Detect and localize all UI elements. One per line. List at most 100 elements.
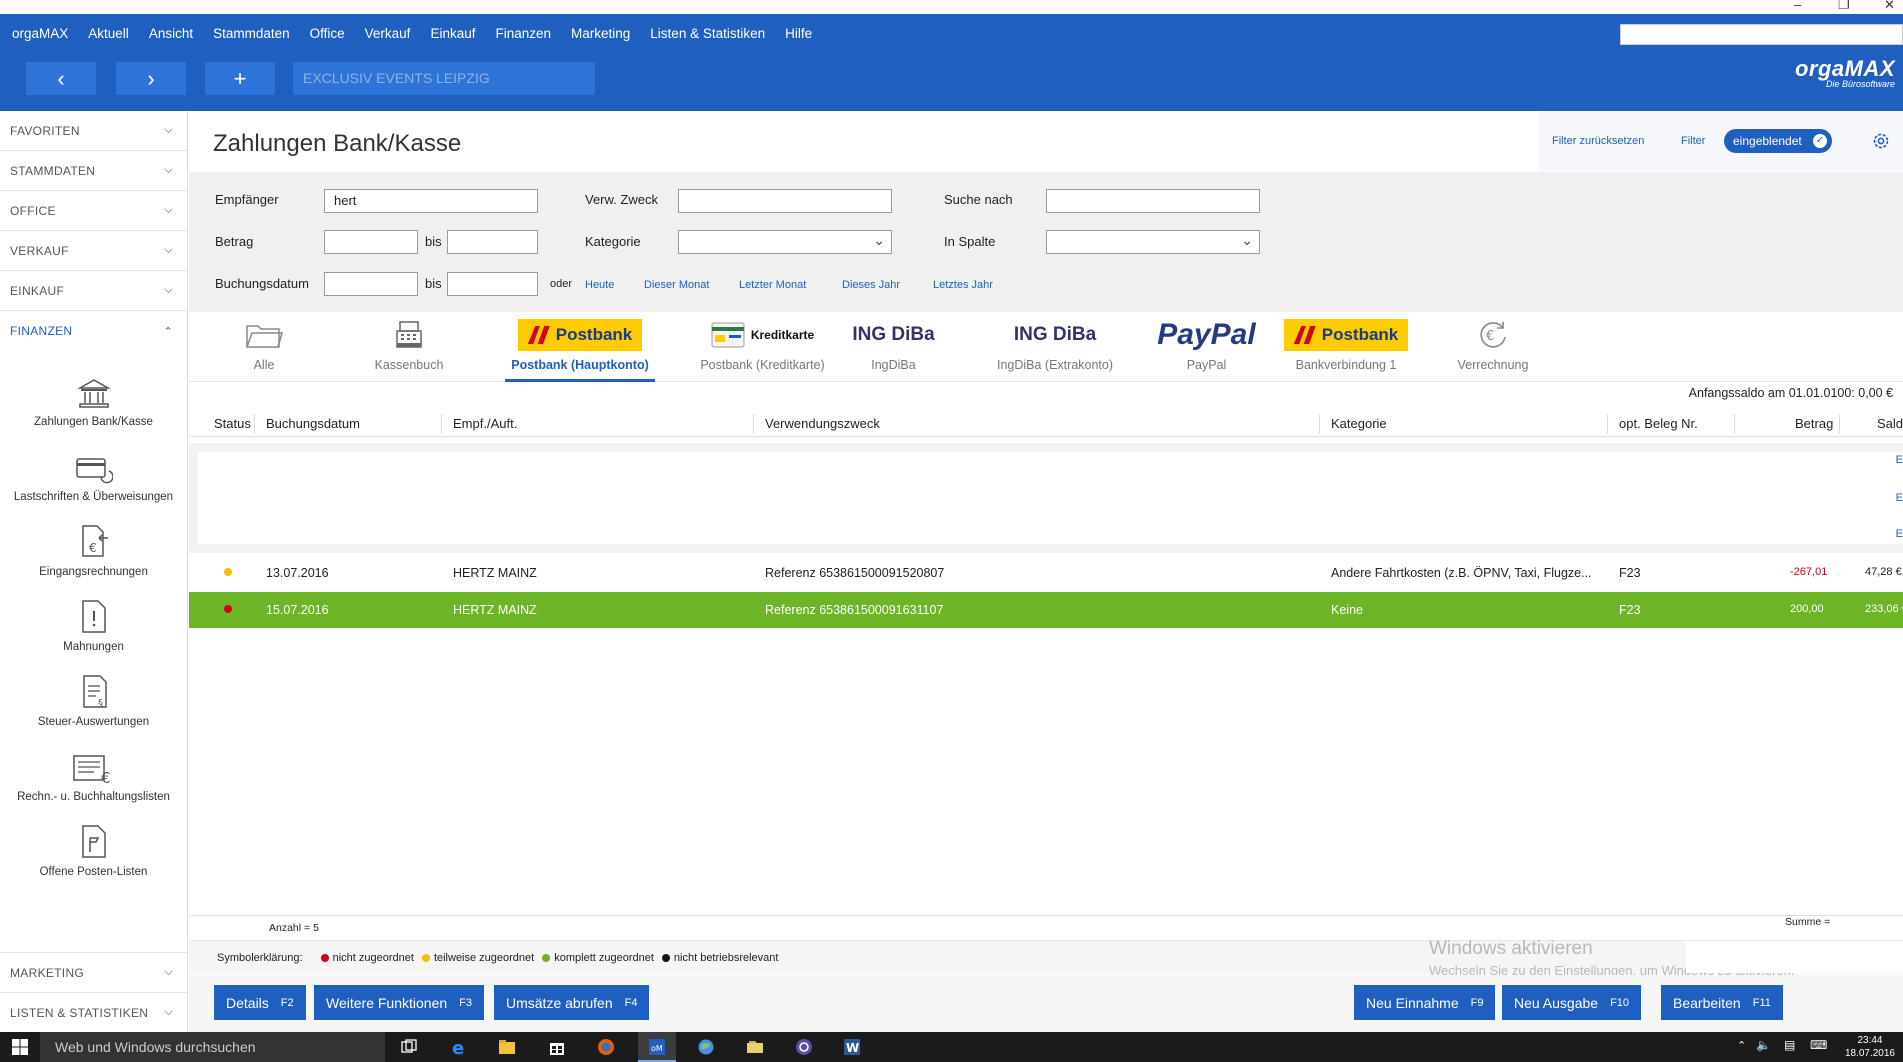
- euro-cycle-icon: €: [1480, 322, 1506, 348]
- close-icon[interactable]: ✕: [1884, 0, 1895, 13]
- tray-chevron-icon[interactable]: ⌃: [1737, 1039, 1746, 1052]
- sidebar-item-offene-posten[interactable]: Offene Posten-Listen: [0, 809, 187, 884]
- account-tab-bankverbindung-1[interactable]: Postbank Bankverbindung 1: [1281, 312, 1411, 382]
- orgamax-taskbar-button[interactable]: oM: [638, 1032, 676, 1062]
- betrag-to-input[interactable]: [447, 230, 538, 254]
- account-tab-ingdiba-extrakonto[interactable]: ING DiBa IngDiBa (Extrakonto): [985, 312, 1125, 382]
- quick-dieses-jahr[interactable]: Dieses Jahr: [842, 279, 900, 291]
- sidebar-item-eingangsrechnungen[interactable]: € Eingangsrechnungen: [0, 509, 187, 584]
- spalte-select[interactable]: [1046, 229, 1260, 254]
- media-app-icon[interactable]: [795, 1038, 813, 1056]
- sidebar-section-office[interactable]: OFFICE ⌵: [0, 191, 187, 231]
- menu-listen-statistiken[interactable]: Listen & Statistiken: [638, 22, 765, 46]
- file-explorer-icon[interactable]: [498, 1038, 516, 1056]
- gear-icon[interactable]: [1871, 131, 1891, 151]
- menu-office[interactable]: Office: [298, 22, 345, 46]
- bearbeiten-button[interactable]: Bearbeiten F11: [1661, 985, 1783, 1020]
- column-header-saldo[interactable]: Saldo: [1877, 416, 1903, 431]
- menu-finanzen[interactable]: Finanzen: [483, 22, 551, 46]
- sidebar-item-lastschriften[interactable]: Lastschriften & Überweisungen: [0, 434, 187, 509]
- quick-heute[interactable]: Heute: [585, 279, 614, 291]
- betrag-from-input[interactable]: [324, 230, 418, 254]
- sidebar-section-verkauf[interactable]: VERKAUF ⌵: [0, 231, 187, 271]
- taskbar-search[interactable]: Web und Windows durchsuchen: [40, 1032, 385, 1062]
- sidebar-item-steuer[interactable]: § Steuer-Auswertungen: [0, 659, 187, 734]
- add-button[interactable]: +: [205, 62, 275, 95]
- quick-letzter-monat[interactable]: Letzter Monat: [739, 279, 806, 291]
- menu-verkauf[interactable]: Verkauf: [353, 22, 411, 46]
- sidebar-section-einkauf[interactable]: EINKAUF ⌵: [0, 271, 187, 311]
- sidebar-section-favoriten[interactable]: FAVORITEN ⌵: [0, 111, 187, 151]
- taskbar-clock[interactable]: 23:44 18.07.2016: [1845, 1034, 1895, 1060]
- suche-input[interactable]: [1046, 189, 1260, 213]
- sidebar-section-listen-statistiken[interactable]: LISTEN & STATISTIKEN ⌵: [0, 992, 187, 1032]
- neu-einnahme-button[interactable]: Neu Einnahme F9: [1354, 985, 1496, 1020]
- menu-hilfe[interactable]: Hilfe: [773, 22, 812, 46]
- button-shortcut: F3: [459, 996, 472, 1009]
- neu-ausgabe-button[interactable]: Neu Ausgabe F10: [1502, 985, 1642, 1020]
- zweck-input[interactable]: [678, 189, 892, 213]
- column-header-betrag[interactable]: Betrag: [1795, 416, 1833, 431]
- account-tab-alle[interactable]: Alle: [189, 312, 339, 382]
- column-header-status[interactable]: Status: [214, 416, 251, 431]
- firefox-icon[interactable]: [597, 1038, 615, 1056]
- weitere-funktionen-button[interactable]: Weitere Funktionen F3: [314, 985, 484, 1020]
- empfaenger-input[interactable]: hert: [324, 189, 538, 213]
- menu-aktuell[interactable]: Aktuell: [76, 22, 129, 46]
- bank-icon: [76, 379, 111, 408]
- account-tab-kassenbuch[interactable]: Kassenbuch: [334, 312, 484, 382]
- table-row-selected[interactable]: 15.07.2016 HERTZ MAINZ Referenz 65386150…: [189, 592, 1903, 628]
- menu-stammdaten[interactable]: Stammdaten: [201, 22, 290, 46]
- sidebar-section-marketing[interactable]: MARKETING ⌵: [0, 952, 187, 992]
- row-marker: E: [1895, 454, 1903, 466]
- edge-icon[interactable]: e: [450, 1038, 468, 1056]
- keyboard-icon[interactable]: ⌨: [1810, 1038, 1827, 1052]
- sidebar-section-label: EINKAUF: [10, 283, 65, 298]
- store-icon[interactable]: [548, 1038, 566, 1056]
- sidebar-item-zahlungen[interactable]: Zahlungen Bank/Kasse: [0, 359, 187, 434]
- volume-icon[interactable]: 🔈: [1756, 1038, 1771, 1052]
- account-tab-postbank-kreditkarte[interactable]: Kreditkarte Postbank (Kreditkarte): [675, 312, 850, 382]
- details-button[interactable]: Details F2: [214, 985, 306, 1020]
- umsaetze-abrufen-button[interactable]: Umsätze abrufen F4: [494, 985, 650, 1020]
- notification-icon[interactable]: ▤: [1784, 1038, 1795, 1052]
- maximize-icon[interactable]: ❐: [1838, 0, 1850, 13]
- task-view-icon[interactable]: [400, 1038, 418, 1056]
- sidebar-item-mahnungen[interactable]: Mahnungen: [0, 584, 187, 659]
- column-header-buchungsdatum[interactable]: Buchungsdatum: [266, 416, 360, 431]
- company-selector[interactable]: EXCLUSIV EVENTS LEIPZIG: [293, 62, 595, 95]
- account-tab-verrechnung[interactable]: € Verrechnung: [1428, 312, 1558, 382]
- date-to-input[interactable]: [447, 272, 538, 296]
- network-globe-icon[interactable]: [697, 1038, 715, 1056]
- minimize-icon[interactable]: –: [1794, 0, 1801, 12]
- sidebar-item-buchhaltungslisten[interactable]: € Rechn.- u. Buchhaltungslisten: [0, 734, 187, 809]
- sidebar-section-stammdaten[interactable]: STAMMDATEN ⌵: [0, 151, 187, 191]
- column-header-verwendungszweck[interactable]: Verwendungszweck: [765, 416, 880, 431]
- date-from-input[interactable]: [324, 272, 418, 296]
- menu-ansicht[interactable]: Ansicht: [137, 22, 193, 46]
- word-icon[interactable]: W: [843, 1038, 861, 1056]
- menu-marketing[interactable]: Marketing: [559, 22, 630, 46]
- account-tab-paypal[interactable]: PayPal PayPal: [1144, 312, 1269, 382]
- filter-toggle[interactable]: eingeblendet ✓: [1724, 129, 1832, 153]
- back-button[interactable]: ‹: [26, 62, 96, 95]
- column-header-empfaenger[interactable]: Empf./Auft.: [453, 416, 517, 431]
- sidebar-section-label: VERKAUF: [10, 243, 69, 258]
- kategorie-select[interactable]: [678, 229, 892, 254]
- quick-letztes-jahr[interactable]: Letztes Jahr: [933, 279, 993, 291]
- folder-app-icon[interactable]: [746, 1038, 764, 1056]
- table-group-blank-rows: [198, 452, 1903, 544]
- menu-orgamax[interactable]: orgaMAX: [0, 22, 68, 46]
- filter-reset-link[interactable]: Filter zurücksetzen: [1552, 135, 1644, 147]
- table-row[interactable]: 13.07.2016 HERTZ MAINZ Referenz 65386150…: [189, 555, 1903, 591]
- account-tab-postbank-hauptkonto[interactable]: Postbank Postbank (Hauptkonto): [505, 312, 655, 382]
- windows-start-icon[interactable]: [11, 1038, 29, 1056]
- sidebar-section-finanzen[interactable]: FINANZEN ⌃: [0, 311, 187, 351]
- column-header-beleg[interactable]: opt. Beleg Nr.: [1619, 416, 1698, 431]
- account-tab-ingdiba[interactable]: ING DiBa IngDiBa: [831, 312, 956, 382]
- menu-einkauf[interactable]: Einkauf: [418, 22, 475, 46]
- column-header-kategorie[interactable]: Kategorie: [1331, 416, 1387, 431]
- global-search-input[interactable]: [1620, 24, 1903, 45]
- quick-dieser-monat[interactable]: Dieser Monat: [644, 279, 709, 291]
- forward-button[interactable]: ›: [116, 62, 186, 95]
